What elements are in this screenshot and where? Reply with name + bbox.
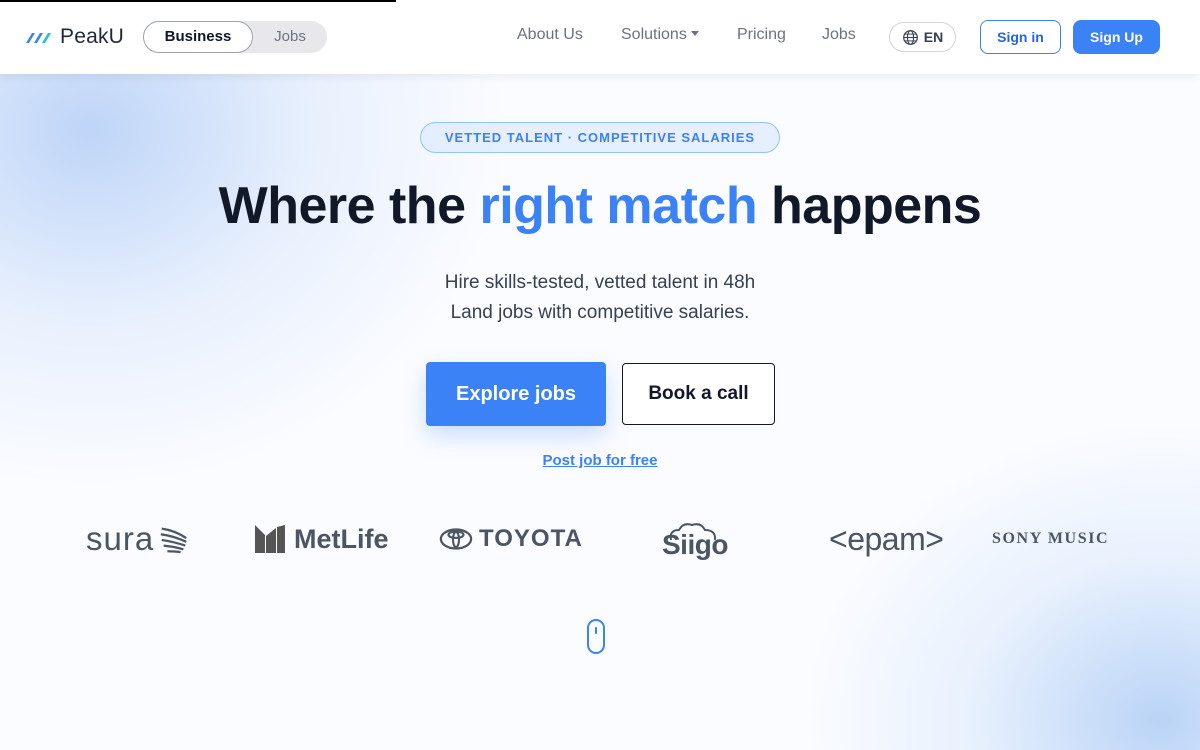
epam-wordmark: <epam> [829,520,944,557]
hero-subtitle-line1: Hire skills-tested, vetted talent in 48h [444,272,756,293]
client-logo-metlife: MetLife [254,514,389,564]
sign-up-button[interactable]: Sign Up [1073,20,1160,54]
hero-subtitle-line2: Land jobs with competitive salaries. [450,302,750,323]
client-logo-epam: <epam> [829,514,944,564]
post-job-row: Post job for free [0,452,1200,469]
client-logo-toyota: TOYOTA [439,514,583,564]
hero-title-after: happens [757,177,982,235]
nav-pricing[interactable]: Pricing [737,26,786,44]
client-logo-sura: sura [86,514,190,564]
caret-down-icon [690,31,699,36]
sign-in-button[interactable]: Sign in [980,20,1061,54]
top-progress-line [0,0,396,2]
sony-music-wordmark: SONY MUSIC [992,530,1110,547]
toyota-emblem-icon [439,528,473,550]
toggle-jobs[interactable]: Jobs [253,21,327,53]
language-label: EN [923,29,944,45]
hero-title-before: Where the [218,177,480,235]
audience-toggle: Business Jobs [143,21,327,53]
logo-text: PeakU [60,25,125,48]
scroll-wheel-dot [595,627,597,634]
siigo-wordmark: Siigo [662,529,728,560]
book-call-button[interactable]: Book a call [622,363,775,425]
client-logo-sony-music: SONY MUSIC [992,514,1109,564]
client-logo-siigo: Siigo [662,514,728,564]
hero-section: VETTED TALENT · COMPETITIVE SALARIES Whe… [0,74,1200,750]
sura-wordmark: sura [86,520,155,557]
peaku-mark-icon [26,33,51,43]
site-header: PeakU Business Jobs About Us Solutions P… [0,0,1200,74]
metlife-wordmark: MetLife [294,523,389,554]
post-job-link[interactable]: Post job for free [542,452,657,469]
nav-about-us[interactable]: About Us [517,26,583,44]
hero-title-highlight: right match [479,177,758,235]
nav-solutions-label: Solutions [621,26,687,43]
metlife-mark-icon [255,525,285,553]
client-logos: sura MetLife TOYOTA Siigo <epam> SONY MU… [0,514,1200,574]
toggle-business[interactable]: Business [143,21,253,53]
sura-wing-icon [160,527,188,554]
hero-badge: VETTED TALENT · COMPETITIVE SALARIES [420,122,780,153]
toyota-wordmark: TOYOTA [479,525,583,552]
language-selector[interactable]: EN [889,22,956,52]
nav-solutions[interactable]: Solutions [621,26,699,44]
explore-jobs-button[interactable]: Explore jobs [426,362,606,426]
scroll-mouse-icon [587,619,605,654]
nav-jobs[interactable]: Jobs [822,26,856,44]
peaku-logo[interactable]: PeakU [24,24,124,50]
globe-icon [902,29,918,45]
hero-title: Where the right match happens [0,176,1200,236]
